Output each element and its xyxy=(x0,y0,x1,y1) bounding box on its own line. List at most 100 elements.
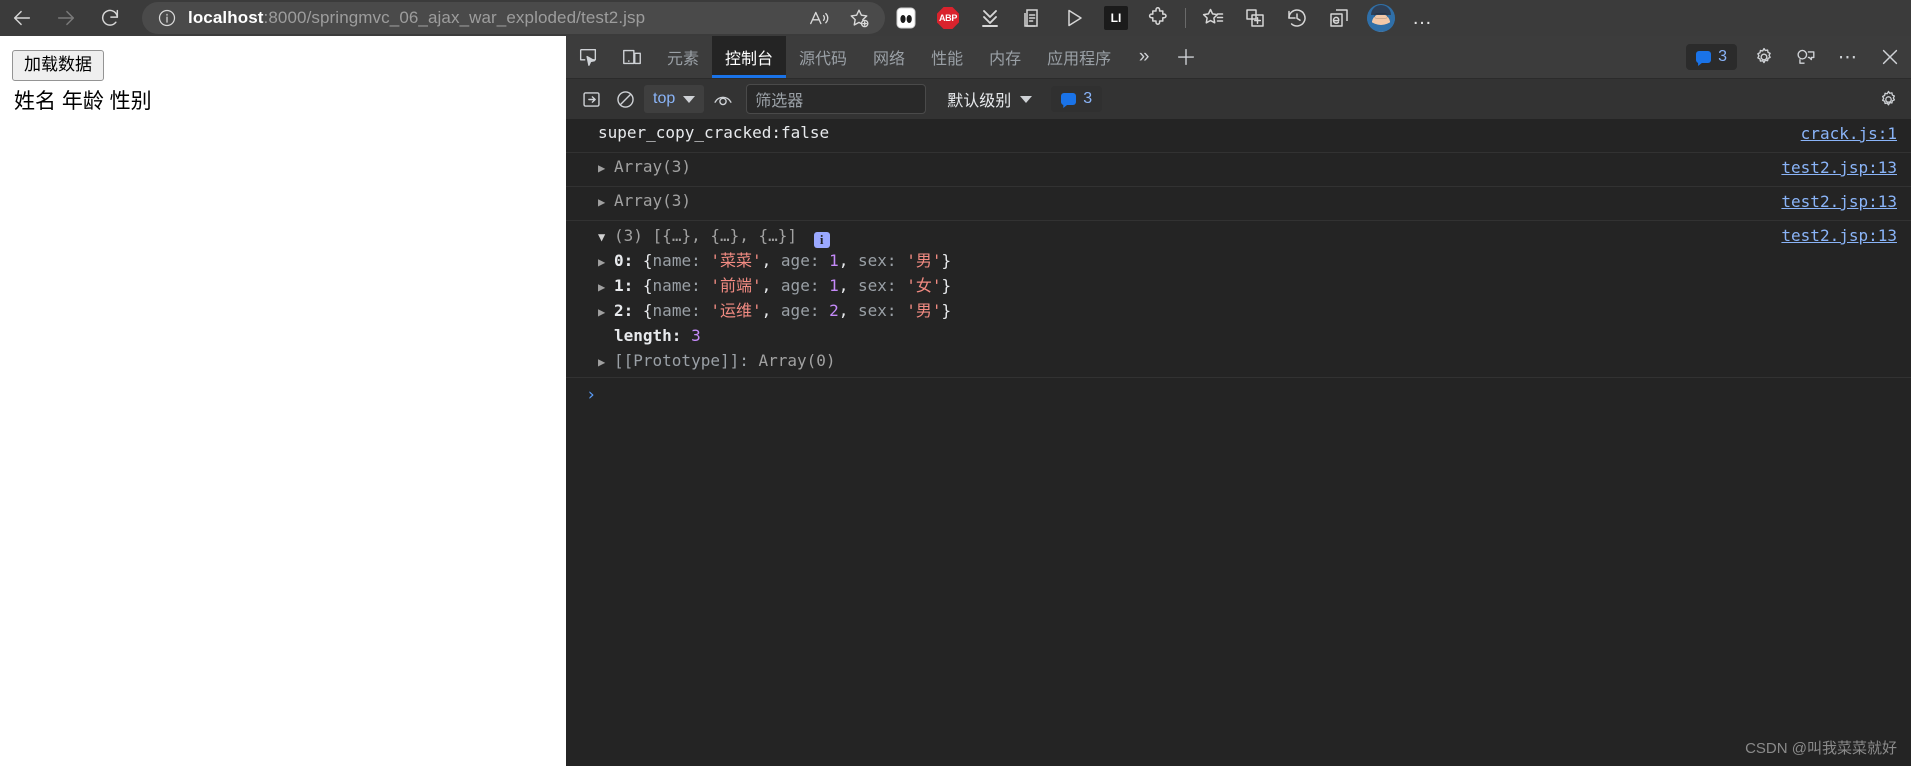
more-tabs-icon[interactable]: » xyxy=(1124,36,1164,78)
issues-badge[interactable]: 3 xyxy=(1686,44,1737,70)
console-filter-input[interactable]: 筛选器 xyxy=(746,84,927,114)
live-expression-eye-icon[interactable] xyxy=(706,84,740,114)
array-summary-row[interactable]: ▼ (3) [{…}, {…}, {…}] i xyxy=(598,224,1911,249)
prop-age-value: 1 xyxy=(829,251,839,270)
history-icon[interactable] xyxy=(1276,0,1318,36)
linkedin-badge-icon[interactable]: LI xyxy=(1095,0,1137,36)
console-message-array[interactable]: ▶ Array(3) test2.jsp:13 xyxy=(566,153,1911,187)
console-messages[interactable]: super_copy_cracked:false crack.js:1 ▶ Arr… xyxy=(566,119,1911,766)
load-data-button[interactable]: 加载数据 xyxy=(12,50,104,81)
ie-mode-icon[interactable] xyxy=(1318,0,1360,36)
tab-application-label: 应用程序 xyxy=(1047,51,1112,68)
array-prototype-row[interactable]: ▶ [[Prototype]]: Array(0) xyxy=(598,349,1911,374)
tab-application[interactable]: 应用程序 xyxy=(1034,36,1124,78)
tab-elements-label: 元素 xyxy=(667,51,700,68)
expand-arrow-icon[interactable]: ▶ xyxy=(598,192,609,213)
settings-more-dots: … xyxy=(1412,7,1434,29)
address-bar-text[interactable]: localhost:8000/springmvc_06_ajax_war_exp… xyxy=(180,8,799,28)
console-message-body: Array(3) xyxy=(614,191,692,210)
tab-performance[interactable]: 性能 xyxy=(918,36,976,78)
settings-more-icon[interactable]: … xyxy=(1402,0,1444,36)
device-toolbar-icon[interactable] xyxy=(610,36,654,78)
issues-count: 3 xyxy=(1718,48,1727,65)
extensions-puzzle-icon[interactable] xyxy=(1137,0,1179,36)
console-settings-gear-icon[interactable] xyxy=(1865,89,1911,110)
tab-memory-label: 内存 xyxy=(989,51,1022,68)
devtools-panel: 元素 控制台 源代码 网络 性能 内存 应用程序 » 3 ⋯ top 筛选器 默… xyxy=(566,36,1911,766)
tab-console[interactable]: 控制台 xyxy=(712,36,787,78)
length-spacer xyxy=(598,326,609,348)
prop-name-value: '菜菜' xyxy=(710,251,762,270)
split-screen-icon[interactable] xyxy=(1234,0,1276,36)
tab-sources[interactable]: 源代码 xyxy=(786,36,860,78)
clear-console-icon[interactable] xyxy=(608,84,642,114)
prop-sex-key: sex: xyxy=(858,276,897,295)
tab-network[interactable]: 网络 xyxy=(860,36,918,78)
tab-sources-label: 源代码 xyxy=(799,51,848,68)
collections-icon[interactable] xyxy=(1011,0,1053,36)
console-toolbar: top 筛选器 默认级别 3 xyxy=(566,79,1911,120)
favorites-icon[interactable] xyxy=(1192,0,1234,36)
execution-context-select[interactable]: top xyxy=(644,85,705,113)
expand-arrow-icon[interactable]: ▶ xyxy=(598,158,609,179)
tab-performance-label: 性能 xyxy=(931,51,964,68)
console-source-link[interactable]: test2.jsp:13 xyxy=(1781,157,1897,178)
message-bubble-icon xyxy=(1696,51,1712,63)
prop-age-key: age: xyxy=(780,301,820,320)
abp-label: ABP xyxy=(937,7,959,29)
console-sidebar-toggle-icon[interactable] xyxy=(574,84,608,114)
array-preview: [{…}, {…}, {…}] xyxy=(652,226,798,245)
extension-glasses-icon[interactable] xyxy=(885,0,927,36)
web-page-content: 加载数据 姓名 年龄 性别 xyxy=(0,36,566,766)
read-aloud-icon[interactable] xyxy=(799,3,839,33)
media-play-icon[interactable] xyxy=(1053,0,1095,36)
add-favorite-icon[interactable] xyxy=(839,3,879,33)
watermark-text: CSDN @叫我菜菜就好 xyxy=(1745,740,1897,757)
expand-arrow-icon[interactable]: ▶ xyxy=(598,276,609,298)
expand-arrow-icon[interactable]: ▶ xyxy=(598,301,609,323)
console-message-text[interactable]: super_copy_cracked:false crack.js:1 xyxy=(566,119,1911,153)
downloads-icon[interactable] xyxy=(969,0,1011,36)
adblock-plus-icon[interactable]: ABP xyxy=(927,0,969,36)
tab-elements[interactable]: 元素 xyxy=(654,36,712,78)
console-source-link[interactable]: test2.jsp:13 xyxy=(1781,191,1897,212)
prop-age-value: 1 xyxy=(829,276,839,295)
expand-arrow-icon[interactable]: ▶ xyxy=(598,251,609,273)
prop-age-key: age: xyxy=(780,276,820,295)
devtools-more-icon[interactable]: ⋯ xyxy=(1827,36,1869,78)
tab-network-label: 网络 xyxy=(873,51,906,68)
devtools-tabbar: 元素 控制台 源代码 网络 性能 内存 应用程序 » 3 ⋯ xyxy=(566,36,1911,79)
address-bar[interactable]: localhost:8000/springmvc_06_ajax_war_exp… xyxy=(142,2,885,34)
refresh-button[interactable] xyxy=(88,0,132,36)
expand-arrow-icon[interactable]: ▶ xyxy=(598,351,609,373)
array-item-row[interactable]: ▶ 2: {name: '运维', age: 2, sex: '男'} xyxy=(598,299,1911,324)
profile-avatar[interactable] xyxy=(1360,0,1402,36)
settings-gear-icon[interactable] xyxy=(1743,36,1785,78)
new-panel-button[interactable] xyxy=(1164,36,1208,78)
back-button[interactable] xyxy=(0,0,44,36)
prop-name-value: '前端' xyxy=(710,276,762,295)
console-source-link[interactable]: test2.jsp:13 xyxy=(1781,225,1897,246)
forward-button[interactable] xyxy=(44,0,88,36)
url-path: :8000/springmvc_06_ajax_war_exploded/tes… xyxy=(263,8,646,27)
prop-sex-key: sex: xyxy=(858,301,897,320)
array-item-row[interactable]: ▶ 1: {name: '前端', age: 1, sex: '女'} xyxy=(598,274,1911,299)
console-message-array[interactable]: ▶ Array(3) test2.jsp:13 xyxy=(566,187,1911,221)
prototype-value: Array(0) xyxy=(758,351,836,370)
tab-memory[interactable]: 内存 xyxy=(976,36,1034,78)
console-issues-badge[interactable]: 3 xyxy=(1051,86,1103,112)
console-message-expanded-array[interactable]: ▼ (3) [{…}, {…}, {…}] i test2.jsp:13 ▶ 0: … xyxy=(566,221,1911,378)
execution-context-value: top xyxy=(653,90,676,107)
console-prompt-symbol: › xyxy=(586,385,597,405)
array-item-row[interactable]: ▶ 0: {name: '菜菜', age: 1, sex: '男'} xyxy=(598,249,1911,274)
console-level-select[interactable]: 默认级别 xyxy=(938,85,1041,113)
devtools-close-icon[interactable] xyxy=(1869,36,1911,78)
console-filter-placeholder: 筛选器 xyxy=(755,93,804,110)
console-prompt[interactable]: › xyxy=(566,378,1911,405)
info-badge-icon[interactable]: i xyxy=(813,232,830,248)
feedback-icon[interactable] xyxy=(1785,36,1827,78)
collapse-arrow-icon[interactable]: ▼ xyxy=(598,226,609,248)
inspect-element-icon[interactable] xyxy=(566,36,610,78)
console-source-link[interactable]: crack.js:1 xyxy=(1801,123,1897,144)
site-information-icon[interactable] xyxy=(154,5,180,31)
